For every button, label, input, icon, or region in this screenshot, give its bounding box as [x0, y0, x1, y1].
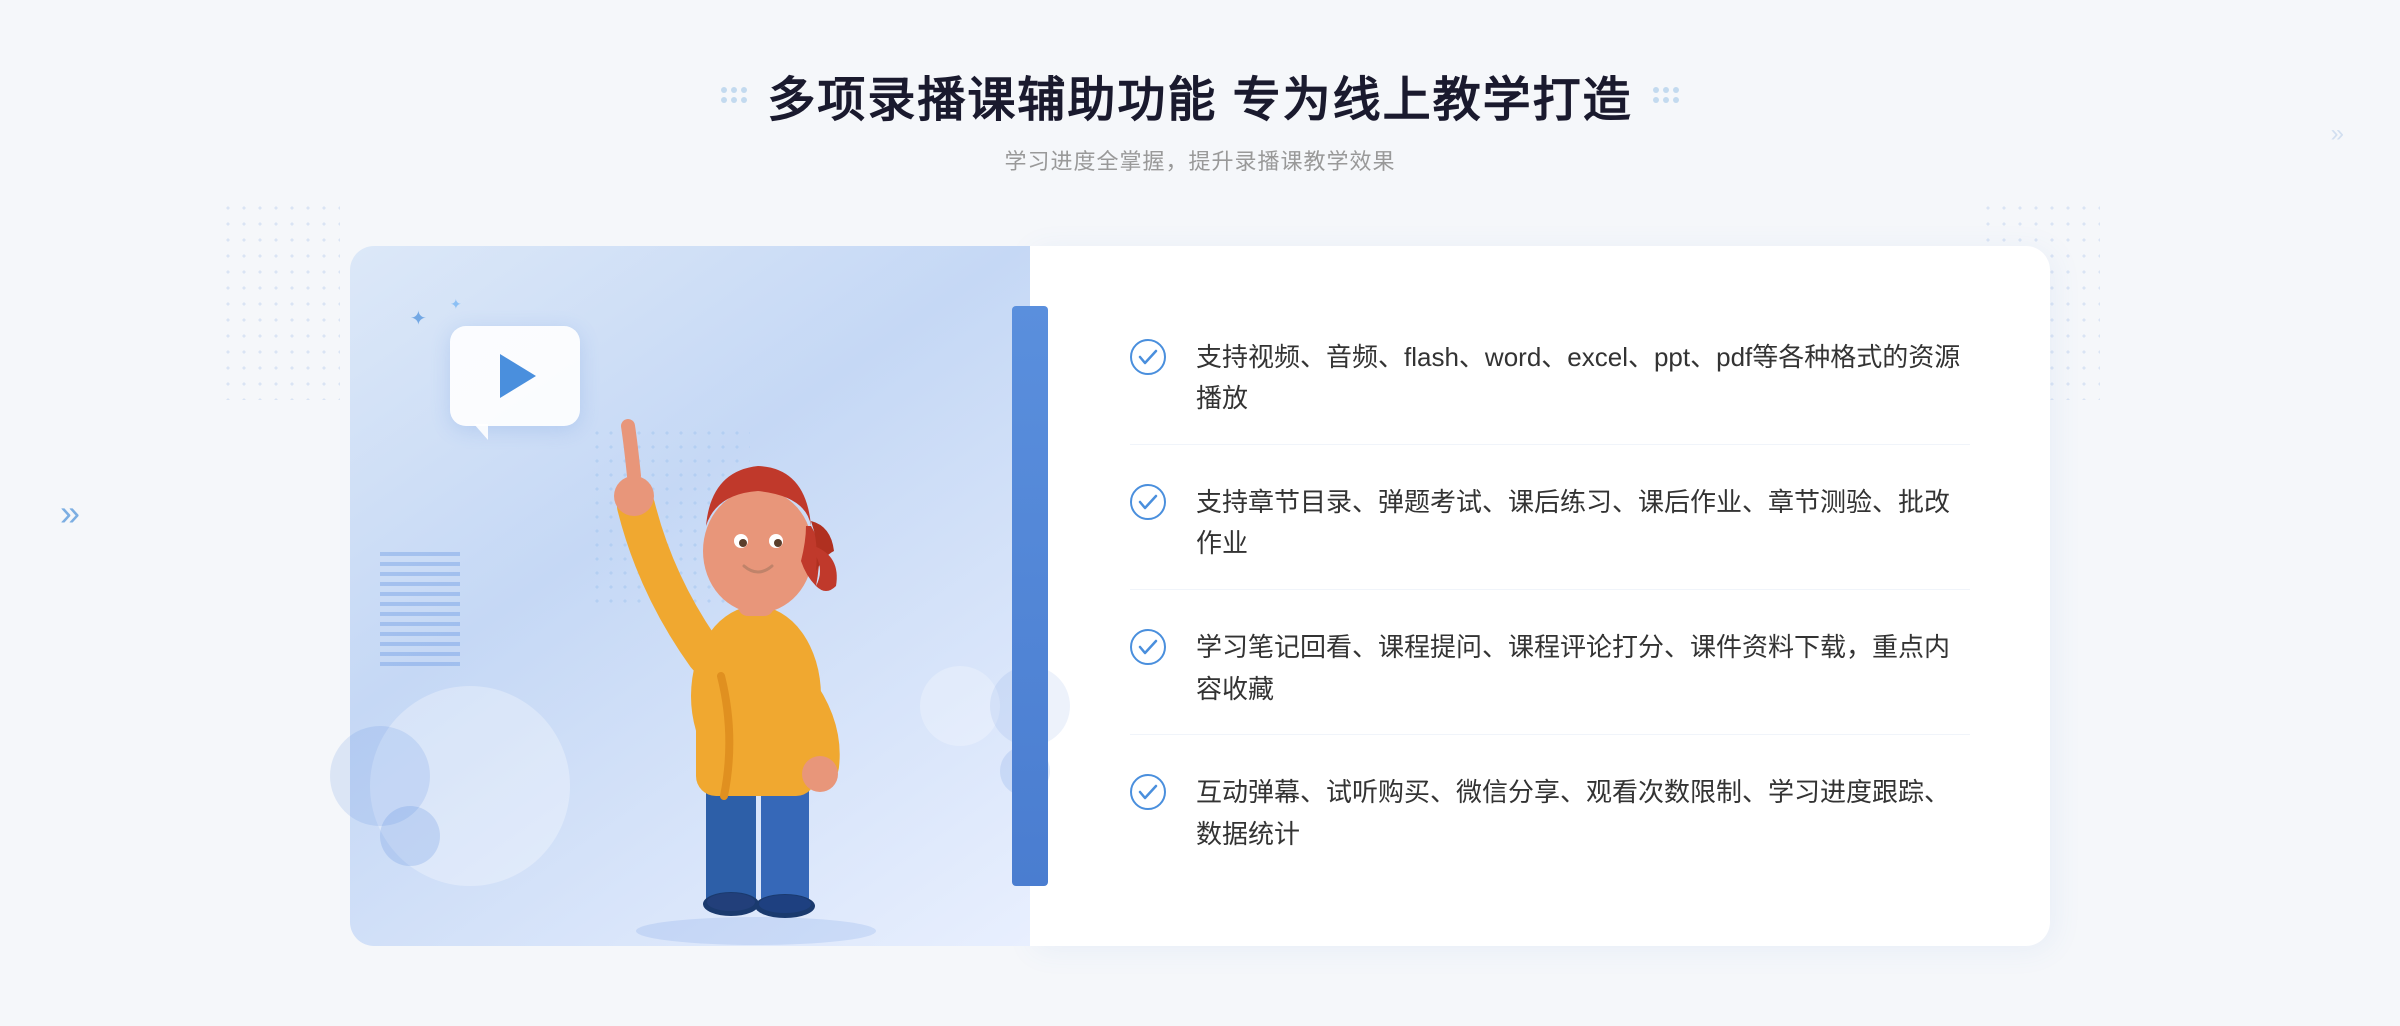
chevron-left-decoration: » [60, 492, 74, 534]
person-svg [576, 386, 956, 946]
chevron-right-decoration: » [2331, 120, 2340, 148]
sparkle-icon: ✦ [410, 306, 427, 331]
feature-item-1: 支持视频、音频、flash、word、excel、ppt、pdf等各种格式的资源… [1130, 313, 1970, 445]
page-title: 多项录播课辅助功能 专为线上教学打造 [767, 60, 1632, 130]
play-bubble [450, 326, 580, 436]
check-icon-2 [1130, 484, 1166, 520]
feature-text-3: 学习笔记回看、课程提问、课程评论打分、课件资料下载，重点内容收藏 [1196, 627, 1970, 710]
sparkle2-icon: ✦ [450, 296, 462, 313]
page-subtitle: 学习进度全掌握，提升录播课教学效果 [721, 144, 1678, 176]
feature-item-3: 学习笔记回看、课程提问、课程评论打分、课件资料下载，重点内容收藏 [1130, 603, 1970, 735]
dot-grid-left [220, 200, 340, 400]
play-bubble-bg [450, 326, 580, 426]
stripe-decoration [380, 546, 460, 666]
check-icon-4 [1130, 774, 1166, 810]
title-row: 多项录播课辅助功能 专为线上教学打造 [721, 60, 1678, 130]
dot-cluster-right [1653, 87, 1679, 103]
blob-decoration-2 [380, 806, 440, 866]
feature-text-4: 互动弹幕、试听购买、微信分享、观看次数限制、学习进度跟踪、数据统计 [1196, 772, 1970, 855]
main-content: ✦ ✦ [350, 246, 2050, 946]
feature-text-1: 支持视频、音频、flash、word、excel、ppt、pdf等各种格式的资源… [1196, 337, 1970, 420]
play-icon [500, 354, 536, 398]
illustration-panel: ✦ ✦ [350, 246, 1030, 946]
blue-bar-decoration [1012, 306, 1048, 886]
dot-cluster-left [721, 87, 747, 103]
feature-item-2: 支持章节目录、弹题考试、课后练习、课后作业、章节测验、批改作业 [1130, 458, 1970, 590]
check-icon-1 [1130, 339, 1166, 375]
feature-item-4: 互动弹幕、试听购买、微信分享、观看次数限制、学习进度跟踪、数据统计 [1130, 748, 1970, 879]
page-header: 多项录播课辅助功能 专为线上教学打造 学习进度全掌握，提升录播课教学效果 [721, 60, 1678, 176]
page-wrapper: » » 多项录播课辅助功能 专为线上教学打造 学习进度全掌握，提升录播课教学效果 [0, 0, 2400, 1026]
check-icon-3 [1130, 629, 1166, 665]
feature-text-2: 支持章节目录、弹题考试、课后练习、课后作业、章节测验、批改作业 [1196, 482, 1970, 565]
features-panel: 支持视频、音频、flash、word、excel、ppt、pdf等各种格式的资源… [1030, 246, 2050, 946]
